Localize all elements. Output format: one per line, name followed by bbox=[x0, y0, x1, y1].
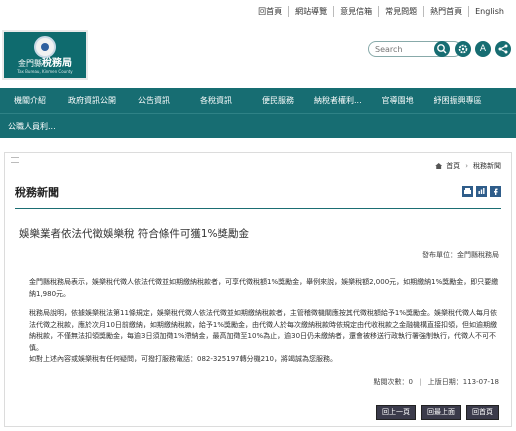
page-actions: 回上一頁 回最上面 回首頁 bbox=[376, 405, 499, 420]
article-title: 娛樂業者依法代徵娛樂稅 符合條件可獲1%獎勵金 bbox=[19, 228, 249, 240]
breadcrumb-current[interactable]: 稅務新聞 bbox=[473, 161, 501, 171]
updated-date: 上版日期：113-07-18 bbox=[427, 378, 499, 386]
nav-item-taxpayer-rights[interactable]: 納稅者權利... bbox=[302, 95, 370, 106]
meta-separator: | bbox=[419, 378, 422, 386]
nav-item-promotion[interactable]: 官導園地 bbox=[370, 95, 422, 106]
nav-item-announcements[interactable]: 公告資訊 bbox=[124, 95, 178, 106]
home-button[interactable]: 回首頁 bbox=[466, 405, 499, 420]
facebook-icon[interactable] bbox=[490, 186, 501, 197]
article-paragraph: 稅務局說明，依據娛樂稅法第11條規定，娛樂稅代徵人依法代徵並如期繳納稅款者，主管… bbox=[29, 309, 498, 352]
nav-item-about[interactable]: 機關介紹 bbox=[0, 95, 54, 106]
article-paragraph: 金門縣稅務局表示，娛樂稅代徵人依法代徵並如期繳納稅款者，可享代徵稅額1%獎勵金，… bbox=[29, 278, 499, 298]
gear-icon[interactable] bbox=[455, 41, 471, 57]
nav-item-services[interactable]: 便民服務 bbox=[240, 95, 302, 106]
nav-item-public-officials[interactable]: 公職人員利... bbox=[0, 121, 64, 132]
top-button[interactable]: 回最上面 bbox=[421, 405, 461, 420]
home-icon bbox=[435, 163, 443, 169]
site-logo[interactable]: 金門縣稅務局 Tax Bureau, Kinmen County bbox=[2, 30, 88, 80]
article-paragraph: 如對上述內容或娛樂稅有任何疑問，可撥打服務電話：082-325197轉分機210… bbox=[29, 355, 337, 363]
top-links: 回首頁 網站導覽 意見信箱 常見問題 熱門首頁 English bbox=[252, 6, 510, 17]
county-seal-icon bbox=[34, 36, 56, 58]
nav-item-relief[interactable]: 紓困振興專區 bbox=[422, 95, 490, 106]
breadcrumb-separator: › bbox=[465, 162, 468, 170]
page-tools bbox=[462, 186, 501, 197]
breadcrumb: 首頁 › 稅務新聞 bbox=[435, 161, 501, 171]
search-input[interactable] bbox=[375, 44, 435, 54]
logo-county: 金門縣 bbox=[18, 59, 42, 68]
top-link-faq[interactable]: 常見問題 bbox=[378, 6, 423, 17]
article-publisher: 發布單位：金門縣稅務局 bbox=[422, 251, 499, 259]
page-title: 稅務新聞 bbox=[15, 186, 59, 199]
content-panel: 首頁 › 稅務新聞 稅務新聞 娛樂業者依法代徵娛樂稅 符合條件可獲1%獎勵金 發… bbox=[4, 152, 512, 427]
search-icon[interactable] bbox=[434, 41, 450, 57]
back-button[interactable]: 回上一頁 bbox=[376, 405, 416, 420]
nav-item-gov-info[interactable]: 政府資訊公開 bbox=[54, 95, 124, 106]
share-icon[interactable] bbox=[476, 186, 487, 197]
nav-item-tax-info[interactable]: 各稅資訊 bbox=[178, 95, 240, 106]
view-count: 點閱次數：0 bbox=[373, 378, 413, 386]
share-icon[interactable] bbox=[495, 41, 511, 57]
top-link-english[interactable]: English bbox=[468, 6, 510, 17]
panel-corner-decoration bbox=[11, 157, 19, 163]
article-meta: 點閱次數：0 | 上版日期：113-07-18 bbox=[373, 377, 499, 387]
top-link-home[interactable]: 回首頁 bbox=[252, 6, 288, 17]
main-nav: 機關介紹 政府資訊公開 公告資訊 各稅資訊 便民服務 納稅者權利... 官導園地… bbox=[0, 88, 516, 138]
print-icon[interactable] bbox=[462, 186, 473, 197]
article-body: 金門縣稅務局表示，娛樂稅代徵人依法代徵並如期繳納稅款者，可享代徵稅額1%獎勵金，… bbox=[29, 277, 503, 366]
logo-english: Tax Bureau, Kinmen County bbox=[17, 69, 73, 74]
logo-bureau: 稅務局 bbox=[42, 58, 72, 69]
top-link-sitemap[interactable]: 網站導覽 bbox=[288, 6, 333, 17]
top-link-popular[interactable]: 熱門首頁 bbox=[423, 6, 468, 17]
breadcrumb-home[interactable]: 首頁 bbox=[446, 161, 460, 171]
top-link-feedback[interactable]: 意見信箱 bbox=[333, 6, 378, 17]
title-divider bbox=[15, 208, 501, 209]
accessibility-a-icon[interactable]: A bbox=[475, 41, 491, 57]
